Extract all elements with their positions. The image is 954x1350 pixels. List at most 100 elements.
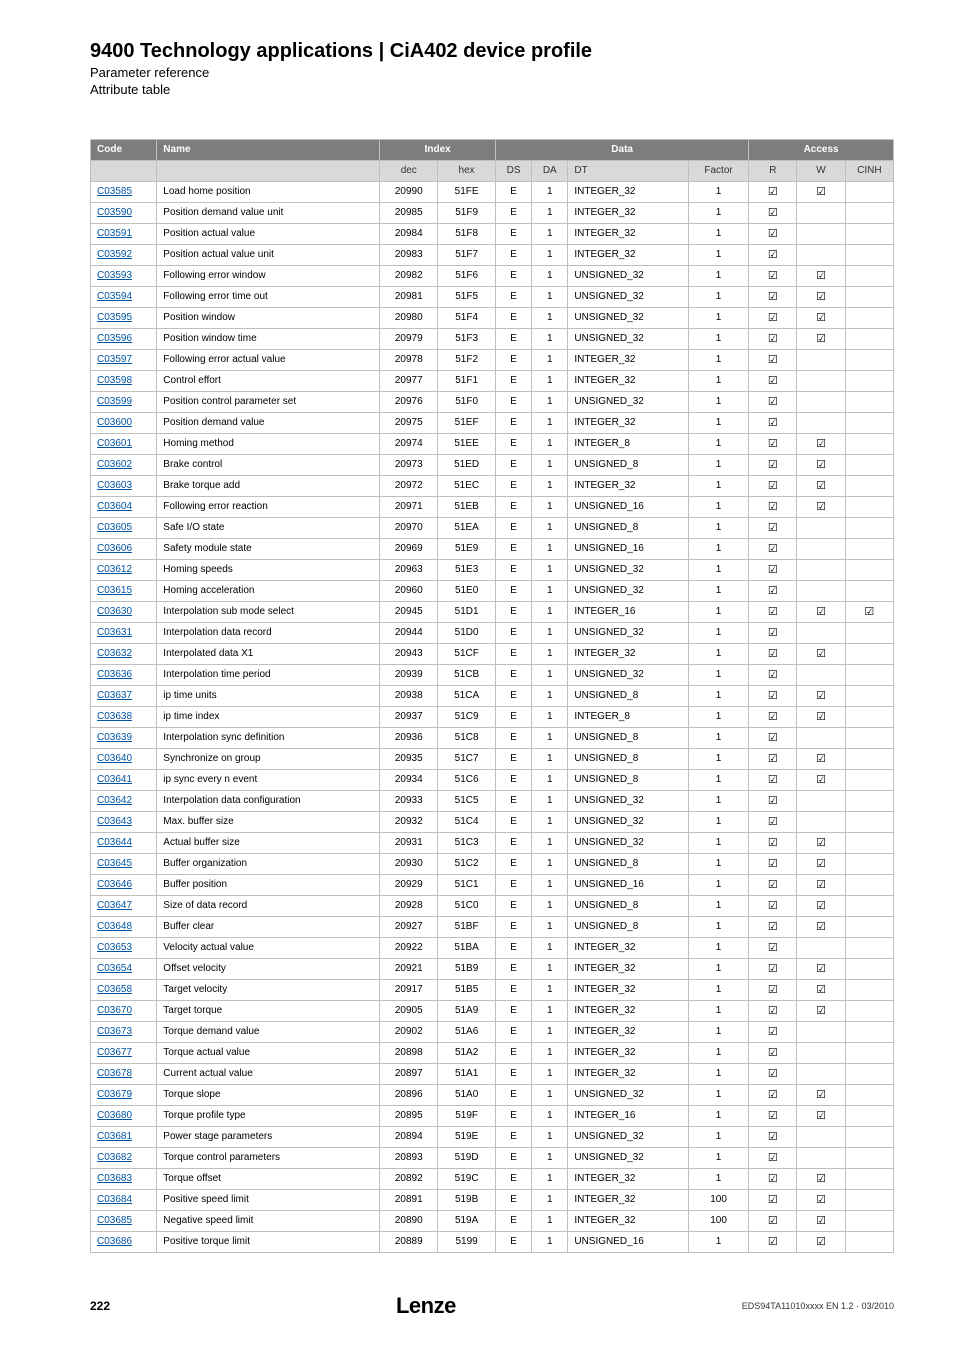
cell-da: 1 [532,1063,568,1084]
cell-factor: 1 [688,790,748,811]
cell-cinh [845,1231,893,1252]
check-icon [816,1173,826,1185]
table-row: C03678Current actual value2089751A1E1INT… [91,1063,894,1084]
code-link[interactable]: C03679 [97,1089,132,1100]
code-link[interactable]: C03632 [97,648,132,659]
table-row: C03590Position demand value unit2098551F… [91,202,894,223]
cell-r [749,874,797,895]
cell-dt: UNSIGNED_32 [568,559,689,580]
code-link[interactable]: C03642 [97,795,132,806]
cell-da: 1 [532,559,568,580]
code-link[interactable]: C03604 [97,501,132,512]
code-link[interactable]: C03653 [97,942,132,953]
cell-r [749,1126,797,1147]
cell-name: Following error reaction [157,496,380,517]
code-link[interactable]: C03615 [97,585,132,596]
code-link[interactable]: C03639 [97,732,132,743]
cell-name: Position demand value [157,412,380,433]
code-link[interactable]: C03646 [97,879,132,890]
code-link[interactable]: C03612 [97,564,132,575]
code-link[interactable]: C03590 [97,207,132,218]
check-icon [768,522,778,534]
code-link[interactable]: C03594 [97,291,132,302]
code-link[interactable]: C03637 [97,690,132,701]
cell-ds: E [496,286,532,307]
code-link[interactable]: C03677 [97,1047,132,1058]
code-link[interactable]: C03631 [97,627,132,638]
code-link[interactable]: C03647 [97,900,132,911]
cell-w [797,937,845,958]
cell-cinh [845,538,893,559]
cell-w [797,643,845,664]
cell-r [749,1105,797,1126]
code-link[interactable]: C03686 [97,1236,132,1247]
cell-name: Interpolation sync definition [157,727,380,748]
code-link[interactable]: C03596 [97,333,132,344]
code-link[interactable]: C03593 [97,270,132,281]
code-link[interactable]: C03680 [97,1110,132,1121]
code-link[interactable]: C03645 [97,858,132,869]
cell-r [749,454,797,475]
code-link[interactable]: C03605 [97,522,132,533]
code-link[interactable]: C03682 [97,1152,132,1163]
cell-name: Actual buffer size [157,832,380,853]
table-row: C03682Torque control parameters20893519D… [91,1147,894,1168]
code-link[interactable]: C03638 [97,711,132,722]
cell-ds: E [496,1000,532,1021]
table-row: C03643Max. buffer size2093251C4E1UNSIGNE… [91,811,894,832]
check-icon [816,1005,826,1017]
code-link[interactable]: C03644 [97,837,132,848]
code-link[interactable]: C03648 [97,921,132,932]
cell-dt: INTEGER_32 [568,1063,689,1084]
check-icon [768,459,778,471]
cell-name: Homing speeds [157,559,380,580]
code-link[interactable]: C03685 [97,1215,132,1226]
code-link[interactable]: C03602 [97,459,132,470]
cell-dt: UNSIGNED_8 [568,853,689,874]
cell-ds: E [496,517,532,538]
cell-cinh [845,1042,893,1063]
cell-ds: E [496,349,532,370]
cell-ds: E [496,1168,532,1189]
code-link[interactable]: C03595 [97,312,132,323]
cell-factor: 1 [688,874,748,895]
cell-dec: 20984 [380,223,438,244]
code-link[interactable]: C03658 [97,984,132,995]
code-link[interactable]: C03591 [97,228,132,239]
code-link[interactable]: C03654 [97,963,132,974]
code-link[interactable]: C03598 [97,375,132,386]
check-icon [768,1236,778,1248]
table-row: C03636Interpolation time period2093951CB… [91,664,894,685]
code-link[interactable]: C03592 [97,249,132,260]
cell-r [749,706,797,727]
code-link[interactable]: C03683 [97,1173,132,1184]
cell-name: Target torque [157,1000,380,1021]
code-link[interactable]: C03630 [97,606,132,617]
code-link[interactable]: C03640 [97,753,132,764]
cell-dec: 20930 [380,853,438,874]
code-link[interactable]: C03643 [97,816,132,827]
cell-dt: UNSIGNED_32 [568,811,689,832]
code-link[interactable]: C03673 [97,1026,132,1037]
code-link[interactable]: C03606 [97,543,132,554]
cell-r [749,1021,797,1042]
code-link[interactable]: C03603 [97,480,132,491]
code-link[interactable]: C03599 [97,396,132,407]
code-link[interactable]: C03641 [97,774,132,785]
cell-factor: 1 [688,1168,748,1189]
check-icon [816,501,826,513]
cell-w [797,790,845,811]
code-link[interactable]: C03678 [97,1068,132,1079]
cell-hex: 51F6 [438,265,496,286]
cell-w [797,202,845,223]
code-link[interactable]: C03585 [97,186,132,197]
code-link[interactable]: C03636 [97,669,132,680]
code-link[interactable]: C03600 [97,417,132,428]
table-row: C03638ip time index2093751C9E1INTEGER_81 [91,706,894,727]
cell-w [797,286,845,307]
code-link[interactable]: C03601 [97,438,132,449]
code-link[interactable]: C03684 [97,1194,132,1205]
code-link[interactable]: C03670 [97,1005,132,1016]
code-link[interactable]: C03597 [97,354,132,365]
code-link[interactable]: C03681 [97,1131,132,1142]
